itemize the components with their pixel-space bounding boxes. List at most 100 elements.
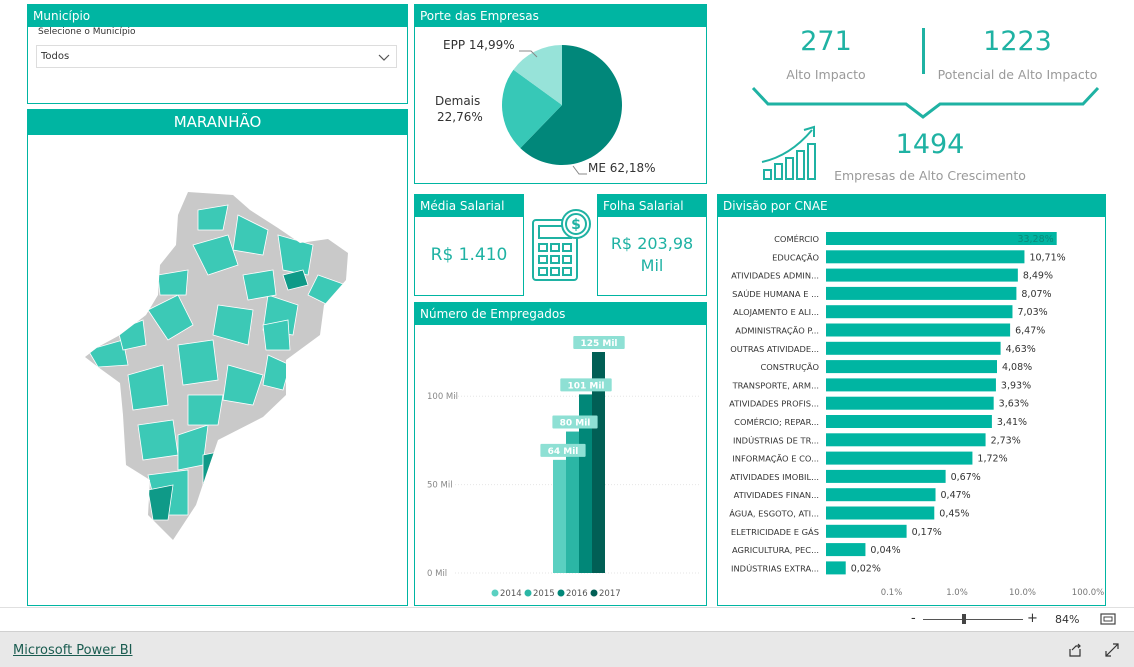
zoom-slider[interactable] [923,614,1023,624]
pie-label-demais-name: Demais [435,94,481,108]
cnae-category-label: AGRICULTURA, PEC... [732,545,819,555]
empregados-data-label: 101 Mil [567,381,604,391]
zoom-percent: 84% [1055,613,1080,626]
cnae-panel: Divisão por CNAE COMÉRCIO 33,28% EDUCAÇÃO 1… [717,194,1106,606]
municipio-title: Município [28,5,407,27]
calculator-money-icon: $ [532,209,591,281]
cnae-value-label: 4,08% [1002,362,1032,373]
cnae-bar[interactable] [826,415,992,428]
cnae-category-label: ATIVIDADES PROFIS... [729,399,819,409]
folha-salarial-title: Folha Salarial [598,195,706,217]
cnae-category-label: OUTRAS ATIVIDADE... [730,344,819,354]
cnae-value-label: 3,41% [997,417,1027,428]
power-bi-link[interactable]: Microsoft Power BI [13,643,132,658]
zoom-in-button[interactable]: + [1027,611,1038,626]
legend-dot-2015 [524,589,532,597]
municipio-slicer: Município Selecione o Município Todos [27,4,408,104]
cnae-category-label: INDÚSTRIAS DE TR... [733,434,819,445]
cnae-bar[interactable] [826,305,1013,319]
empregados-bar-2014[interactable] [553,459,566,573]
empregados-ytick: 0 Mil [427,569,447,579]
map-panel: MARANHÃO [27,109,408,606]
municipio-label: Selecione o Município [38,27,136,37]
legend-label-2014[interactable]: 2014 [500,589,522,599]
cnae-category-label: ATIVIDADES FINAN... [734,490,819,500]
cnae-bar[interactable] [826,469,946,483]
cnae-value-label: 0,02% [851,563,881,574]
cnae-value-label: 10,71% [1029,252,1065,263]
cnae-xtick: 1.0% [946,588,968,598]
cnae-bar[interactable] [826,360,997,374]
cnae-bar[interactable] [826,506,935,520]
pie-label-demais-pct: 22,76% [437,110,483,124]
cnae-bar[interactable] [826,286,1017,300]
kpi-alto-impacto-value: 271 [800,26,852,57]
cnae-bar[interactable] [826,561,846,575]
cnae-bar[interactable] [826,323,1011,337]
cnae-bar[interactable] [826,378,996,392]
media-salarial-panel: Média Salarial R$ 1.410 [414,194,524,296]
cnae-bar[interactable] [826,396,994,410]
zoom-bar: - + 84% [0,607,1134,631]
cnae-value-label: 33,28% [1017,234,1053,245]
pie-leader-me [572,165,587,175]
fullscreen-icon[interactable] [1104,642,1120,658]
cnae-xtick: 10.0% [1009,588,1036,598]
cnae-category-label: ÁGUA, ESGOTO, ATI... [729,508,819,519]
legend-label-2017[interactable]: 2017 [599,589,621,599]
empregados-ytick: 50 Mil [427,481,453,491]
kpi-crescimento-label: Empresas de Alto Crescimento [834,168,1026,183]
empregados-data-label: 80 Mil [560,419,591,429]
cnae-value-label: 8,07% [1021,289,1051,300]
maranhao-map[interactable] [28,135,407,605]
cnae-value-label: 4,63% [1006,344,1036,355]
cnae-bar-chart[interactable]: COMÉRCIO 33,28% EDUCAÇÃO 10,71% ATIVIDADES A… [718,217,1105,605]
cnae-bar[interactable] [826,433,986,447]
cnae-value-label: 3,93% [1001,380,1031,391]
cnae-bar[interactable] [826,524,907,538]
empregados-title: Número de Empregados [415,303,706,325]
cnae-value-label: 3,63% [999,399,1029,410]
cnae-category-label: SAÚDE HUMANA E ... [732,288,819,299]
municipio-value: Todos [41,51,70,62]
cnae-xtick: 100.0% [1072,588,1104,598]
kpi-potencial-value: 1223 [983,26,1052,57]
cnae-title: Divisão por CNAE [718,195,1105,217]
porte-panel: Porte das Empresas EPP 14,99% Demais 22,… [414,4,707,184]
cnae-category-label: INDÚSTRIAS EXTRA... [731,562,819,573]
folha-salarial-panel: Folha Salarial R$ 203,98 Mil [597,194,707,296]
empregados-bar-chart[interactable]: 100 Mil 50 Mil 0 Mil 64 Mil 80 Mil 101 Mil 125… [415,325,706,605]
empregados-ytick: 100 Mil [427,392,458,402]
zoom-slider-handle[interactable] [962,614,966,624]
cnae-category-label: EDUCAÇÃO [772,252,819,262]
legend-label-2015[interactable]: 2015 [533,589,555,599]
cnae-category-label: COMÉRCIO; REPAR... [734,416,819,427]
cnae-category-label: INFORMAÇÃO E CO... [732,454,819,464]
folha-salarial-value-2: Mil [640,256,664,275]
cnae-category-label: CONSTRUÇÃO [760,362,819,372]
empregados-data-label: 64 Mil [548,447,579,457]
svg-text:$: $ [571,217,581,233]
cnae-category-label: TRANSPORTE, ARM... [732,380,819,390]
cnae-bar[interactable] [826,341,1001,355]
cnae-value-label: 8,49% [1023,271,1053,282]
cnae-value-label: 0,45% [939,509,969,520]
kpi-bracket [751,86,1100,119]
footer-bar: Microsoft Power BI [0,631,1134,667]
cnae-bar[interactable] [826,250,1025,264]
cnae-bar[interactable] [826,543,866,557]
fit-to-page-icon[interactable] [1100,613,1116,625]
map-title: MARANHÃO [28,110,407,135]
legend-label-2016[interactable]: 2016 [566,589,588,599]
cnae-category-label: ATIVIDADES IMOBIL... [730,472,819,482]
media-salarial-value: R$ 1.410 [430,245,508,265]
municipio-dropdown[interactable]: Todos [36,45,397,68]
share-icon[interactable] [1067,642,1083,658]
cnae-value-label: 0,47% [941,490,971,501]
zoom-out-button[interactable]: - [911,611,916,626]
cnae-value-label: 0,67% [951,472,981,483]
cnae-bar[interactable] [826,451,973,465]
cnae-bar[interactable] [826,488,936,502]
cnae-bar[interactable] [826,268,1018,282]
cnae-category-label: ADMINISTRAÇÃO P... [735,326,819,336]
